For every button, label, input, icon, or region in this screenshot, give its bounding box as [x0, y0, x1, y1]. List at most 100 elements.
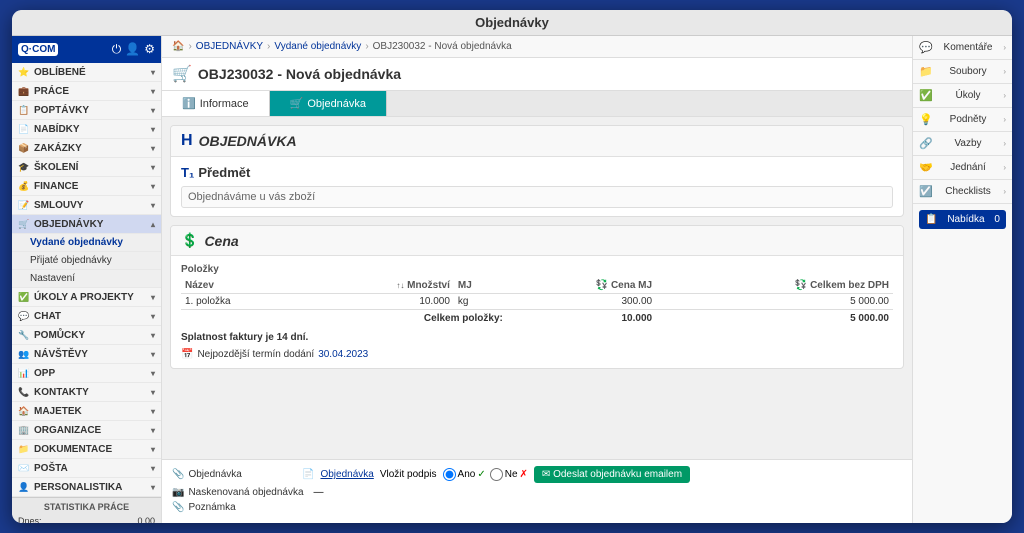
logo-box: Q·COM	[18, 43, 58, 56]
sidebar-item-zakazky[interactable]: 📦ZAKÁZKY ▾	[12, 139, 161, 158]
poptavky-label: POPTÁVKY	[34, 105, 89, 116]
send-email-button[interactable]: ✉ Odeslat objednávku emailem	[534, 466, 690, 483]
sidebar-item-prace[interactable]: 💼PRÁCE ▾	[12, 82, 161, 101]
radio-ne[interactable]: Ne ✗	[490, 468, 528, 481]
rs-item-podnety[interactable]: 💡 Podněty ›	[913, 108, 1012, 132]
chevron-down-icon: ▾	[151, 106, 155, 115]
order-card-body: T₁ Předmět Objednáváme u vás zboží	[171, 157, 903, 216]
chat-icon: 💬	[18, 310, 30, 322]
sidebar-item-navstevy[interactable]: 👥NÁVŠTĚVY ▾	[12, 345, 161, 364]
sidebar-item-majetek[interactable]: 🏠MAJETEK ▾	[12, 402, 161, 421]
t1-icon: T₁	[181, 165, 194, 180]
user-icon[interactable]: 👤	[125, 42, 140, 57]
subject-placeholder: Objednáváme u vás zboží	[188, 191, 315, 203]
pomucky-icon: 🔧	[18, 329, 30, 341]
tab-objednavka[interactable]: 🛒 Objednávka	[270, 91, 387, 116]
sidebar-item-posta[interactable]: ✉️POŠTA ▾	[12, 459, 161, 478]
chevron-up-icon: ▴	[151, 220, 155, 229]
rs-item-soubory[interactable]: 📁 Soubory ›	[913, 60, 1012, 84]
sidebar-item-nabidky[interactable]: 📄NABÍDKY ▾	[12, 120, 161, 139]
chevron-down-icon: ▾	[151, 125, 155, 134]
logo: Q·COM	[18, 43, 58, 56]
dokumentace-label: DOKUMENTACE	[34, 444, 112, 455]
sidebar-item-pomucky[interactable]: 🔧POMŮCKY ▾	[12, 326, 161, 345]
sidebar-item-ukoly[interactable]: ✅ÚKOLY A PROJEKTY ▾	[12, 288, 161, 307]
breadcrumb-objednavky[interactable]: OBJEDNÁVKY	[196, 41, 263, 52]
price-card: 💲 Cena Položky Název ↑↓ Množství M	[170, 225, 904, 369]
price-icon: 💲	[181, 232, 198, 249]
sidebar-item-skoleni[interactable]: 🎓ŠKOLENÍ ▾	[12, 158, 161, 177]
rs-item-jednani[interactable]: 🤝 Jednání ›	[913, 156, 1012, 180]
sidebar-item-finance[interactable]: 💰FINANCE ▾	[12, 177, 161, 196]
home-icon[interactable]: 🏠	[172, 41, 184, 52]
settings-icon[interactable]: ⚙	[144, 42, 155, 57]
cell-nazev: 1. položka	[181, 294, 305, 310]
payment-note: Splatnost faktury je 14 dní.	[181, 332, 893, 343]
price-card-body: Položky Název ↑↓ Množství MJ 💱 Cena MJ 💱…	[171, 256, 903, 368]
smlouvy-label: SMLOUVY	[34, 200, 83, 211]
posta-label: POŠTA	[34, 463, 68, 474]
delivery-label: Nejpozdější termín dodání	[197, 349, 314, 360]
radio-ne-label: Ne	[505, 469, 518, 480]
kontakty-label: KONTAKTY	[34, 387, 89, 398]
total-celkem: 5 000.00	[656, 310, 893, 327]
sidebar-sub-vydane[interactable]: Vydané objednávky	[12, 234, 161, 252]
rs-action-icon: 📋	[925, 214, 937, 225]
sidebar-item-opp[interactable]: 📊OPP ▾	[12, 364, 161, 383]
ukoly-icon: ✅	[18, 291, 30, 303]
titlebar: Objednávky	[12, 10, 1012, 36]
items-label: Položky	[181, 264, 893, 275]
sidebar-item-smlouvy[interactable]: 📝SMLOUVY ▾	[12, 196, 161, 215]
sidebar-item-personalistika[interactable]: 👤PERSONALISTIKA ▾	[12, 478, 161, 497]
power-icon[interactable]: ⏻	[112, 42, 122, 57]
sidebar-top: Q·COM ⏻ 👤 ⚙	[12, 36, 161, 63]
sidebar-item-objednavky[interactable]: 🛒OBJEDNÁVKY ▴	[12, 215, 161, 234]
tab-informace[interactable]: ℹ️ Informace	[162, 91, 270, 116]
window-title: Objednávky	[475, 15, 549, 30]
sidebar-item-chat[interactable]: 💬CHAT ▾	[12, 307, 161, 326]
check-icon: ✅	[919, 89, 933, 102]
col-mnozstvi: ↑↓ Množství	[305, 278, 454, 294]
rs-item-komentare[interactable]: 💬 Komentáře ›	[913, 36, 1012, 60]
radio-ano[interactable]: Ano ✓	[443, 468, 486, 481]
sidebar-item-kontakty[interactable]: 📞KONTAKTY ▾	[12, 383, 161, 402]
cell-mj: kg	[454, 294, 507, 310]
footer-row-objednavka: 📎 Objednávka 📄 Objednávka Vložit podpis …	[172, 466, 902, 483]
rs-action-label: Nabídka	[947, 214, 984, 225]
radio-group-podpis: Ano ✓ Ne ✗	[443, 468, 528, 481]
breadcrumb-vydane[interactable]: Vydané objednávky	[274, 41, 361, 52]
stats-section: STATISTIKA PRÁCE Dnes: 0.00 Tento měsíc:…	[12, 497, 161, 523]
zakazky-icon: 📦	[18, 142, 30, 154]
rs-item-ukoly[interactable]: ✅ Úkoly ›	[913, 84, 1012, 108]
rs-komentare-label: Komentáře	[944, 42, 993, 53]
radio-ano-input[interactable]	[443, 468, 456, 481]
subject-input[interactable]: Objednáváme u vás zboží	[181, 186, 893, 208]
radio-ne-input[interactable]	[490, 468, 503, 481]
sidebar-item-poptavky[interactable]: 📋POPTÁVKY ▾	[12, 101, 161, 120]
sidebar-sub-prijate[interactable]: Přijaté objednávky	[12, 252, 161, 270]
chevron-right-icon: ›	[1003, 139, 1006, 148]
price-card-header: 💲 Cena	[171, 226, 903, 256]
footer-label-objednavka: 📎 Objednávka	[172, 469, 292, 480]
footer-content-objednavka: 📄 Objednávka Vložit podpis Ano ✓	[302, 466, 690, 483]
posta-icon: ✉️	[18, 462, 30, 474]
footer-objednavka-link[interactable]: Objednávka	[320, 469, 373, 480]
stats-label-dnes: Dnes:	[18, 516, 42, 523]
nabidky-label: NABÍDKY	[34, 124, 80, 135]
rs-item-vazby[interactable]: 🔗 Vazby ›	[913, 132, 1012, 156]
rs-item-checklists[interactable]: ☑️ Checklists ›	[913, 180, 1012, 204]
sidebar-item-organizace[interactable]: 🏢ORGANIZACE ▾	[12, 421, 161, 440]
opp-icon: 📊	[18, 367, 30, 379]
stats-row-dnes: Dnes: 0.00	[18, 515, 155, 523]
zakazky-label: ZAKÁZKY	[34, 143, 82, 154]
action-nabidka-button[interactable]: 📋 Nabídka 0	[919, 210, 1006, 229]
majetek-label: MAJETEK	[34, 406, 82, 417]
sidebar-sub-nastaveni[interactable]: Nastavení	[12, 270, 161, 288]
sidebar-item-dokumentace[interactable]: 📁DOKUMENTACE ▾	[12, 440, 161, 459]
objednavky-label: OBJEDNÁVKY	[34, 219, 103, 230]
chevron-right-icon: ›	[1003, 187, 1006, 196]
price-card-title: Cena	[204, 233, 238, 249]
sidebar-nav: ⭐OBLÍBENÉ ▾ 💼PRÁCE ▾ 📋POPTÁVKY ▾ 📄NABÍDK…	[12, 63, 161, 497]
footer-row-poznamka: 📎 Poznámka	[172, 502, 902, 513]
sidebar-item-oblibene[interactable]: ⭐OBLÍBENÉ ▾	[12, 63, 161, 82]
